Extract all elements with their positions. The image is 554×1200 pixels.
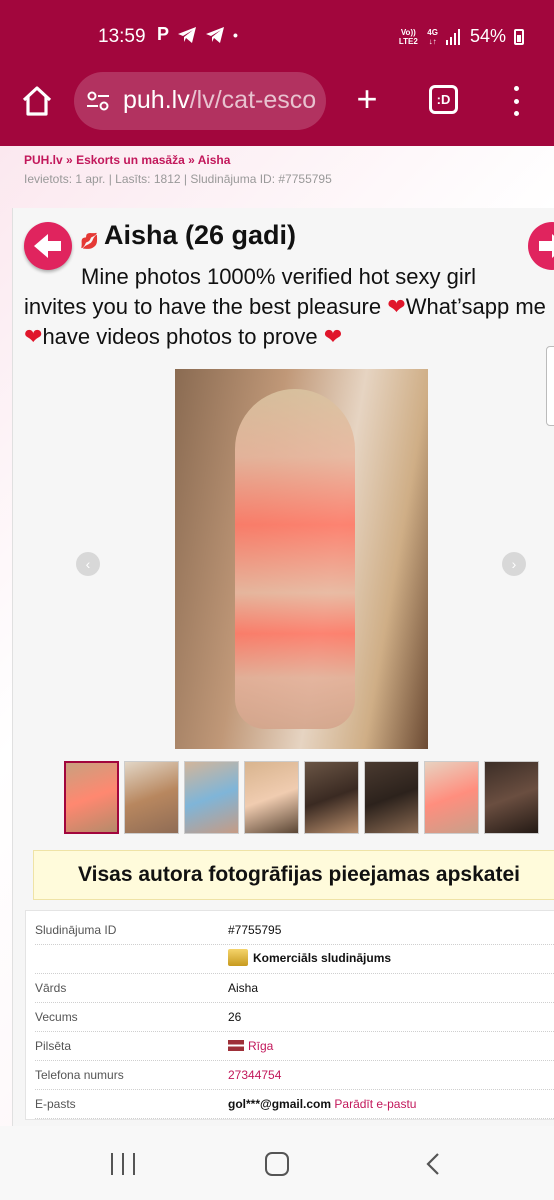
heart-icon: ❤	[387, 294, 406, 319]
recent-apps-icon[interactable]	[111, 1153, 135, 1175]
signal-icon	[445, 28, 460, 45]
phone-link[interactable]: 27344754	[228, 1068, 281, 1082]
row-label: Vārds	[35, 981, 67, 995]
row-label: Sludinājuma ID	[35, 923, 117, 937]
thumbnail[interactable]	[244, 761, 299, 834]
p-app-icon: P	[157, 24, 170, 44]
row-label: Telefona numurs	[35, 1068, 124, 1082]
row-value: #7755795	[228, 923, 282, 937]
table-row: Vecums 26	[35, 1003, 554, 1032]
description-line-1: Mine photos 1000% verified hot sexy girl	[81, 264, 476, 289]
table-row: Telefona numurs 27344754	[35, 1061, 554, 1090]
system-nav-bar	[0, 1126, 554, 1200]
email-masked: gol***@gmail.com	[228, 1097, 332, 1111]
row-value: Aisha	[228, 981, 259, 995]
site-settings-icon[interactable]	[86, 90, 110, 112]
thumbnail-strip	[64, 761, 539, 834]
breadcrumb: PUH.lv » Eskorts un masāža » Aisha	[24, 153, 231, 167]
nav-home-icon[interactable]	[265, 1152, 289, 1176]
latvia-flag-icon	[228, 1040, 244, 1051]
row-value: 26	[228, 1010, 242, 1024]
row-label: Pilsēta	[35, 1039, 72, 1053]
table-row: Komerciāls sludinājums	[35, 945, 554, 974]
details-table: Sludinājuma ID #7755795 Komerciāls sludi…	[25, 910, 554, 1120]
table-row: Sludinājuma ID #7755795	[35, 911, 554, 945]
status-bar: 13:59 P • Vo)) LTE2 4G ↓↑ 54%	[0, 0, 554, 72]
row-label: Vecums	[35, 1010, 78, 1024]
telegram-icon	[178, 26, 197, 43]
url-text: puh.lv/lv/cat-esco	[123, 86, 316, 115]
listing-title: Aisha (26 gadi)	[104, 220, 297, 250]
notification-icons: P •	[157, 24, 238, 45]
gallery-prev-icon[interactable]: ‹	[76, 552, 100, 576]
system-indicators: Vo)) LTE2 4G ↓↑ 54%	[397, 26, 524, 47]
scrollbar-thumb[interactable]	[546, 346, 554, 426]
battery-percent: 54%	[469, 26, 506, 46]
network-indicator: Vo)) LTE2	[398, 27, 418, 46]
web-page: PUH.lv » Eskorts un masāža » Aisha Ievie…	[0, 146, 554, 1126]
battery-icon	[514, 28, 524, 45]
browser-toolbar: puh.lv/lv/cat-esco + :D	[0, 72, 554, 146]
row-label: E-pasts	[35, 1097, 76, 1111]
gallery-next-icon[interactable]: ›	[502, 552, 526, 576]
description-line-3: ❤have videos photos to prove ❤	[24, 324, 343, 349]
breadcrumb-category[interactable]: Eskorts un masāža	[76, 153, 185, 167]
breadcrumb-site[interactable]: PUH.lv	[24, 153, 63, 167]
thumbnail[interactable]	[484, 761, 539, 834]
thumbnail[interactable]	[184, 761, 239, 834]
new-tab-icon[interactable]: +	[350, 81, 384, 118]
home-icon[interactable]	[20, 84, 54, 118]
more-menu-icon[interactable]	[507, 84, 525, 118]
heart-icon: ❤	[24, 324, 43, 349]
breadcrumb-current[interactable]: Aisha	[198, 153, 231, 167]
telegram-icon	[206, 26, 225, 43]
table-row: Vārds Aisha	[35, 974, 554, 1003]
thumbnail[interactable]	[304, 761, 359, 834]
row-value: Rīga	[228, 1039, 273, 1053]
thumbnail[interactable]	[124, 761, 179, 834]
description-line-2: invites you to have the best pleasure ❤W…	[24, 294, 546, 319]
heart-icon: ❤	[323, 324, 343, 349]
commercial-badge: Komerciāls sludinājums	[228, 949, 391, 966]
row-value: gol***@gmail.com Parādīt e-pastu	[228, 1097, 416, 1111]
status-time: 13:59	[98, 26, 146, 47]
table-row: Pilsēta Rīga	[35, 1032, 554, 1061]
url-host: puh.lv	[123, 86, 190, 114]
nav-back-icon[interactable]	[424, 1152, 442, 1176]
listing-meta: Ievietots: 1 apr. | Lasīts: 1812 | Sludi…	[24, 172, 332, 186]
coins-icon	[228, 949, 248, 966]
tabs-button[interactable]: :D	[429, 85, 458, 114]
thumbnail[interactable]	[64, 761, 119, 834]
all-photos-notice[interactable]: Visas autora fotogrāfijas pieejamas apsk…	[33, 850, 554, 900]
lips-icon: 💋	[80, 233, 99, 250]
network-gen-indicator: 4G ↓↑	[427, 27, 438, 46]
main-photo[interactable]	[175, 369, 428, 749]
listing-description: Mine photos 1000% verified hot sexy girl…	[24, 262, 554, 352]
show-email-link[interactable]: Parādīt e-pastu	[334, 1097, 416, 1111]
address-bar[interactable]: puh.lv/lv/cat-esco	[74, 72, 326, 130]
photo-subject	[235, 389, 355, 729]
table-row: E-pasts gol***@gmail.com Parādīt e-pastu	[35, 1090, 554, 1119]
city-link[interactable]: Rīga	[248, 1039, 273, 1053]
thumbnail[interactable]	[364, 761, 419, 834]
url-path: /lv/cat-esco	[189, 86, 317, 114]
thumbnail[interactable]	[424, 761, 479, 834]
dot-indicator: •	[233, 26, 238, 43]
